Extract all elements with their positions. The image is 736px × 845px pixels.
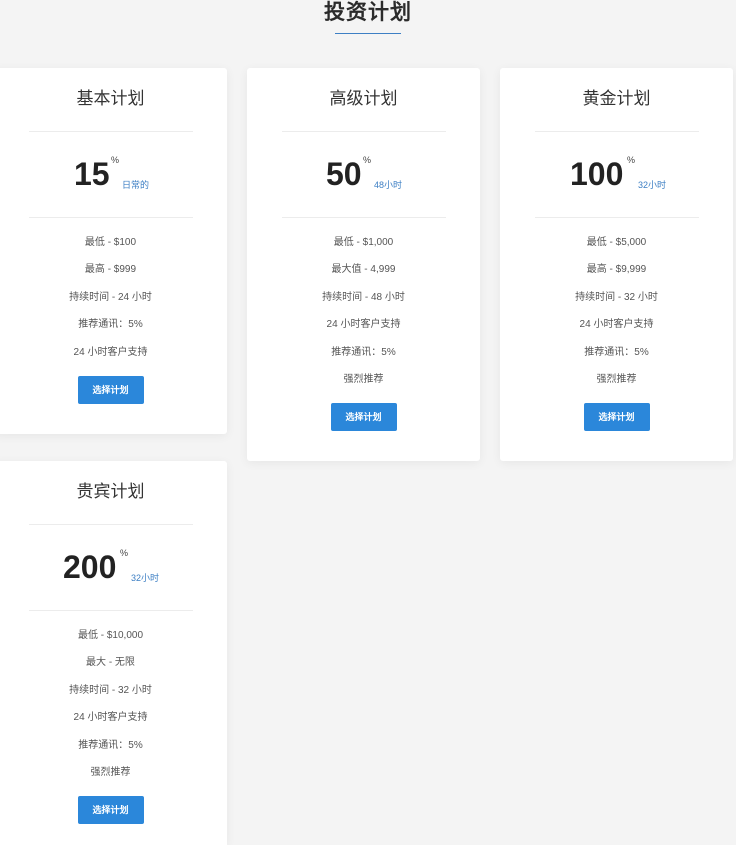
plan-name: 贵宾计划 (76, 482, 145, 501)
rate-period: 48小时 (374, 180, 403, 190)
feature-list: 最低 - $1,000 最大值 - 4,999 持续时间 - 48 小时 24 … (247, 218, 480, 387)
plan-card-gold: 黄金计划 100 % 32小时 最低 - $5,000 最高 - $9,999 … (500, 68, 733, 461)
feature-item: 24 小时客户支持 (579, 319, 654, 331)
feature-item: 持续时间 - 32 小时 (69, 684, 152, 696)
feature-item: 最大值 - 4,999 (331, 264, 396, 276)
feature-item: 推荐通讯：5% (78, 319, 143, 331)
feature-item: 最高 - $999 (84, 264, 137, 276)
feature-item: 推荐通讯：5% (78, 739, 143, 751)
feature-item: 最低 - $1,000 (333, 237, 394, 248)
feature-item: 推荐通讯：5% (584, 346, 649, 358)
page-header: 投资计划 (0, 0, 736, 34)
feature-item: 最低 - $100 (84, 237, 137, 248)
plan-rate: 100 % 32小时 (500, 132, 733, 217)
feature-item: 24 小时客户支持 (73, 346, 148, 358)
feature-item: 推荐通讯：5% (331, 346, 396, 358)
select-plan-button[interactable]: 选择计划 (77, 796, 144, 825)
page-title: 投资计划 (324, 1, 412, 24)
rate-value: 50 (326, 156, 362, 192)
feature-item: 最低 - $5,000 (586, 237, 647, 248)
rate-period: 32小时 (131, 573, 160, 583)
feature-item: 持续时间 - 48 小时 (322, 291, 405, 303)
feature-list: 最低 - $100 最高 - $999 持续时间 - 24 小时 推荐通讯：5%… (0, 218, 227, 360)
plan-rate: 50 % 48小时 (247, 132, 480, 217)
feature-item: 强烈推荐 (343, 373, 384, 385)
title-underline (335, 33, 401, 34)
feature-list: 最低 - $10,000 最大 - 无限 持续时间 - 32 小时 24 小时客… (0, 611, 227, 780)
rate-value: 100 (570, 156, 624, 192)
select-plan-button[interactable]: 选择计划 (77, 375, 144, 404)
feature-item: 持续时间 - 24 小时 (69, 291, 152, 303)
select-plan-button[interactable]: 选择计划 (330, 403, 397, 432)
feature-item: 最大 - 无限 (86, 657, 135, 669)
plan-name: 高级计划 (329, 89, 398, 108)
rate-period: 32小时 (638, 180, 667, 190)
feature-item: 24 小时客户支持 (73, 712, 148, 724)
plan-rate: 200 % 32小时 (0, 525, 227, 610)
plan-name: 基本计划 (76, 89, 145, 108)
rate-percent: % (627, 155, 636, 165)
feature-item: 持续时间 - 32 小时 (575, 291, 658, 303)
feature-list: 最低 - $5,000 最高 - $9,999 持续时间 - 32 小时 24 … (500, 218, 733, 387)
select-plan-button[interactable]: 选择计划 (583, 403, 650, 432)
plan-card-basic: 基本计划 15 % 日常的 最低 - $100 最高 - $999 持续时间 -… (0, 68, 227, 434)
feature-item: 最低 - $10,000 (77, 630, 144, 641)
feature-item: 最高 - $9,999 (586, 264, 647, 276)
rate-value: 200 (63, 549, 117, 585)
rate-period: 日常的 (122, 180, 150, 190)
feature-item: 24 小时客户支持 (326, 319, 401, 331)
rate-value: 15 (74, 156, 110, 192)
rate-percent: % (363, 155, 372, 165)
feature-item: 强烈推荐 (596, 373, 637, 385)
rate-percent: % (111, 155, 120, 165)
plan-card-vip: 贵宾计划 200 % 32小时 最低 - $10,000 最大 - 无限 持续时… (0, 461, 227, 845)
plan-card-advanced: 高级计划 50 % 48小时 最低 - $1,000 最大值 - 4,999 持… (247, 68, 480, 461)
feature-item: 强烈推荐 (90, 766, 131, 778)
rate-percent: % (120, 548, 129, 558)
plan-rate: 15 % 日常的 (0, 132, 227, 217)
plan-name: 黄金计划 (582, 89, 651, 108)
